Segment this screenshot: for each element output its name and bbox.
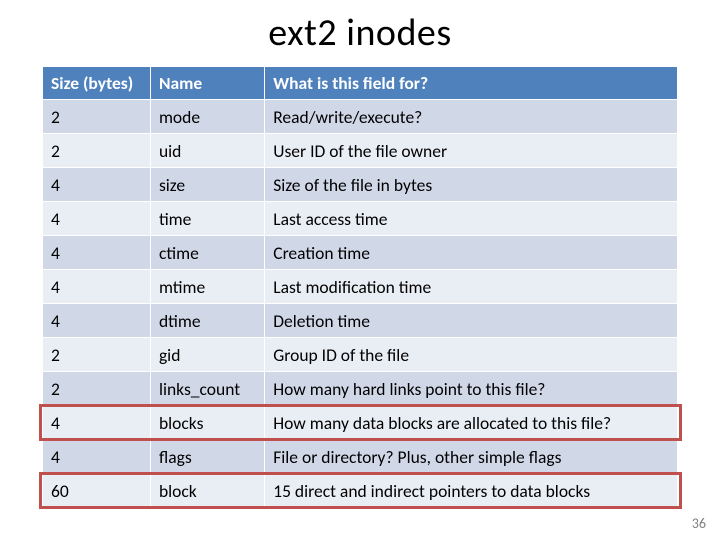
cell-name: blocks (150, 406, 264, 440)
cell-desc: Size of the file in bytes (265, 168, 678, 202)
table-row: 4dtimeDeletion time (43, 304, 678, 338)
cell-desc: Deletion time (265, 304, 678, 338)
col-header-desc: What is this field for? (265, 67, 678, 100)
table-row: 2links_countHow many hard links point to… (43, 372, 678, 406)
cell-size: 4 (43, 168, 151, 202)
cell-desc: File or directory? Plus, other simple fl… (265, 440, 678, 474)
cell-size: 2 (43, 100, 151, 134)
cell-desc: Last access time (265, 202, 678, 236)
table-row: 4blocksHow many data blocks are allocate… (43, 406, 678, 440)
table-row: 4sizeSize of the file in bytes (43, 168, 678, 202)
cell-size: 4 (43, 270, 151, 304)
cell-size: 2 (43, 338, 151, 372)
cell-name: mode (150, 100, 264, 134)
cell-size: 2 (43, 134, 151, 168)
table-row: 4timeLast access time (43, 202, 678, 236)
cell-size: 4 (43, 406, 151, 440)
cell-name: block (150, 474, 264, 508)
cell-desc: Read/write/execute? (265, 100, 678, 134)
cell-size: 2 (43, 372, 151, 406)
cell-desc: Last modification time (265, 270, 678, 304)
table-row: 2gidGroup ID of the file (43, 338, 678, 372)
cell-desc: User ID of the file owner (265, 134, 678, 168)
cell-name: flags (150, 440, 264, 474)
cell-desc: 15 direct and indirect pointers to data … (265, 474, 678, 508)
inode-table: Size (bytes) Name What is this field for… (42, 66, 678, 508)
cell-desc: How many hard links point to this file? (265, 372, 678, 406)
cell-size: 4 (43, 304, 151, 338)
cell-name: time (150, 202, 264, 236)
col-header-size: Size (bytes) (43, 67, 151, 100)
cell-desc: How many data blocks are allocated to th… (265, 406, 678, 440)
cell-name: mtime (150, 270, 264, 304)
cell-desc: Group ID of the file (265, 338, 678, 372)
page-number: 36 (692, 515, 706, 532)
cell-name: gid (150, 338, 264, 372)
slide-title: ext2 inodes (0, 10, 720, 56)
table-row: 4flagsFile or directory? Plus, other sim… (43, 440, 678, 474)
slide: ext2 inodes Size (bytes) Name What is th… (0, 0, 720, 540)
table-row: 4mtimeLast modification time (43, 270, 678, 304)
cell-size: 60 (43, 474, 151, 508)
table-row: 4ctimeCreation time (43, 236, 678, 270)
cell-desc: Creation time (265, 236, 678, 270)
table-row: 2uidUser ID of the file owner (43, 134, 678, 168)
cell-size: 4 (43, 236, 151, 270)
cell-name: size (150, 168, 264, 202)
cell-name: uid (150, 134, 264, 168)
col-header-name: Name (150, 67, 264, 100)
cell-size: 4 (43, 440, 151, 474)
cell-name: ctime (150, 236, 264, 270)
cell-size: 4 (43, 202, 151, 236)
table-row: 2modeRead/write/execute? (43, 100, 678, 134)
table-row: 60block15 direct and indirect pointers t… (43, 474, 678, 508)
table-header-row: Size (bytes) Name What is this field for… (43, 67, 678, 100)
cell-name: links_count (150, 372, 264, 406)
cell-name: dtime (150, 304, 264, 338)
table-wrapper: Size (bytes) Name What is this field for… (42, 66, 678, 508)
